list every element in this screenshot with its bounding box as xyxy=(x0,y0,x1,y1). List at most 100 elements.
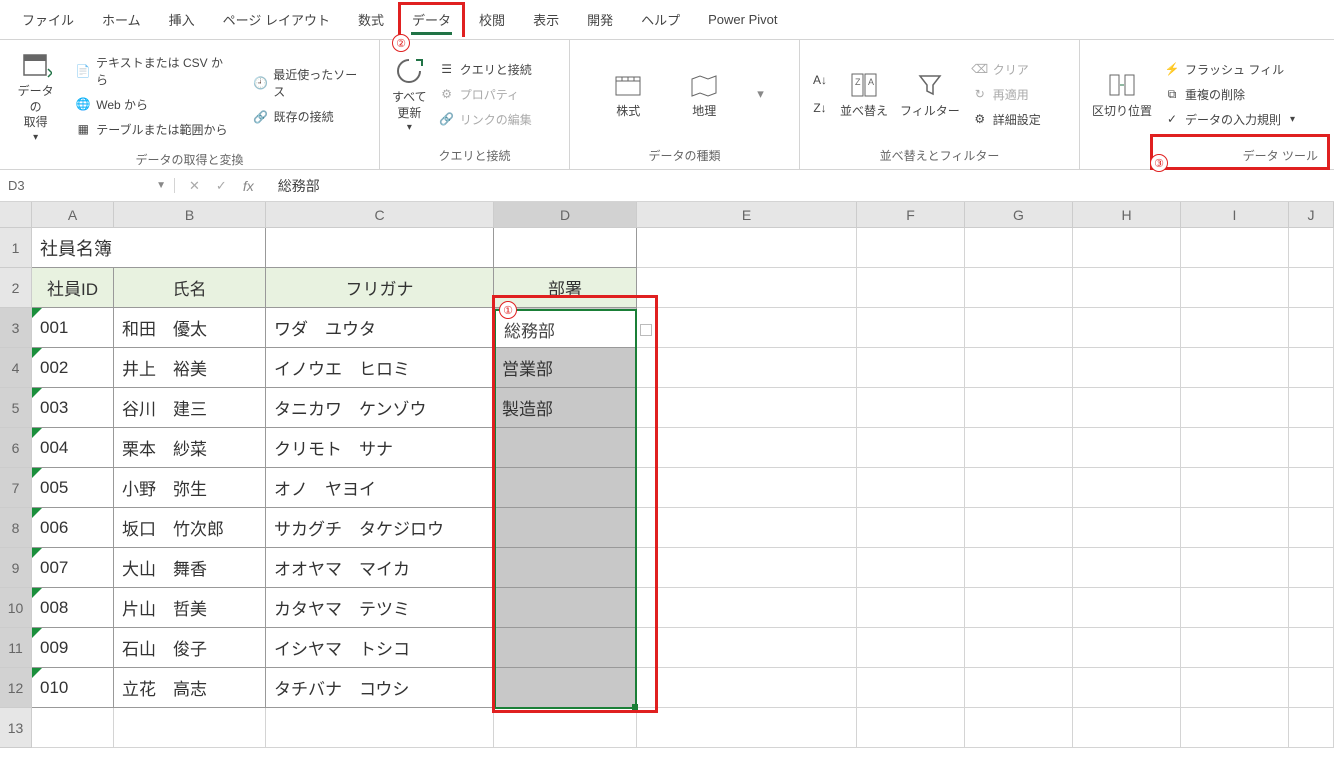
row-header-12[interactable]: 12 xyxy=(0,668,32,708)
cancel-icon[interactable]: ✕ xyxy=(189,178,200,194)
tab-help[interactable]: ヘルプ xyxy=(627,2,694,37)
cell-A6[interactable]: 004 xyxy=(32,428,114,468)
cell-I8[interactable] xyxy=(1181,508,1289,548)
col-header-I[interactable]: I xyxy=(1181,202,1289,228)
cell-B9[interactable]: 大山 舞香 xyxy=(114,548,266,588)
tab-review[interactable]: 校閲 xyxy=(465,2,519,37)
enter-icon[interactable]: ✓ xyxy=(216,178,227,194)
row-header-9[interactable]: 9 xyxy=(0,548,32,588)
cell-G10[interactable] xyxy=(965,588,1073,628)
cell-B8[interactable]: 坂口 竹次郎 xyxy=(114,508,266,548)
row-header-2[interactable]: 2 xyxy=(0,268,32,308)
col-header-B[interactable]: B xyxy=(114,202,266,228)
cell-A12[interactable]: 010 xyxy=(32,668,114,708)
cell-H6[interactable] xyxy=(1073,428,1181,468)
cell-B13[interactable] xyxy=(114,708,266,748)
cell-A1[interactable]: 社員名簿 xyxy=(32,228,114,268)
cell-J4[interactable] xyxy=(1289,348,1334,388)
tab-powerpivot[interactable]: Power Pivot xyxy=(694,4,791,35)
cell-J9[interactable] xyxy=(1289,548,1334,588)
cell-E2[interactable] xyxy=(637,268,857,308)
cell-F7[interactable] xyxy=(857,468,965,508)
row-header-13[interactable]: 13 xyxy=(0,708,32,748)
cell-J7[interactable] xyxy=(1289,468,1334,508)
cell-F10[interactable] xyxy=(857,588,965,628)
cell-D13[interactable] xyxy=(494,708,637,748)
cell-B7[interactable]: 小野 弥生 xyxy=(114,468,266,508)
active-cell-D3[interactable]: 総務部 xyxy=(496,311,635,347)
cell-G1[interactable] xyxy=(965,228,1073,268)
row-header-3[interactable]: 3 xyxy=(0,308,32,348)
cell-C8[interactable]: サカグチ タケジロウ xyxy=(266,508,494,548)
from-web-button[interactable]: 🌐Web から xyxy=(69,93,238,116)
cell-H9[interactable] xyxy=(1073,548,1181,588)
cell-H11[interactable] xyxy=(1073,628,1181,668)
existing-connections-button[interactable]: 🔗既存の接続 xyxy=(247,105,373,128)
cell-F13[interactable] xyxy=(857,708,965,748)
cell-B6[interactable]: 栗本 紗菜 xyxy=(114,428,266,468)
tab-developer[interactable]: 開発 xyxy=(573,2,627,37)
cell-D9[interactable] xyxy=(494,548,637,588)
cell-F8[interactable] xyxy=(857,508,965,548)
col-header-F[interactable]: F xyxy=(857,202,965,228)
data-validation-dropdown-icon[interactable] xyxy=(640,324,652,336)
cell-B5[interactable]: 谷川 建三 xyxy=(114,388,266,428)
cell-J3[interactable] xyxy=(1289,308,1334,348)
cell-D11[interactable] xyxy=(494,628,637,668)
cell-E5[interactable] xyxy=(637,388,857,428)
cell-A9[interactable]: 007 xyxy=(32,548,114,588)
cell-F11[interactable] xyxy=(857,628,965,668)
name-box[interactable]: D3 ▼ xyxy=(0,178,175,193)
row-header-5[interactable]: 5 xyxy=(0,388,32,428)
col-header-A[interactable]: A xyxy=(32,202,114,228)
sort-asc-button[interactable]: A↓ xyxy=(806,69,834,91)
cell-D4[interactable]: 営業部 xyxy=(494,348,637,388)
cell-I1[interactable] xyxy=(1181,228,1289,268)
row-header-6[interactable]: 6 xyxy=(0,428,32,468)
cell-I9[interactable] xyxy=(1181,548,1289,588)
cell-H10[interactable] xyxy=(1073,588,1181,628)
cell-G12[interactable] xyxy=(965,668,1073,708)
cell-J5[interactable] xyxy=(1289,388,1334,428)
cell-D6[interactable] xyxy=(494,428,637,468)
cell-G4[interactable] xyxy=(965,348,1073,388)
refresh-all-button[interactable]: すべて 更新 ▾ xyxy=(386,44,433,144)
geography-button[interactable]: 地理 xyxy=(681,64,727,124)
cell-F3[interactable] xyxy=(857,308,965,348)
advanced-filter-button[interactable]: ⚙詳細設定 xyxy=(966,108,1047,131)
cell-H12[interactable] xyxy=(1073,668,1181,708)
from-table-button[interactable]: ▦テーブルまたは範囲から xyxy=(69,118,238,141)
cell-G2[interactable] xyxy=(965,268,1073,308)
cell-C4[interactable]: イノウエ ヒロミ xyxy=(266,348,494,388)
row-header-4[interactable]: 4 xyxy=(0,348,32,388)
cell-G13[interactable] xyxy=(965,708,1073,748)
cell-E7[interactable] xyxy=(637,468,857,508)
stocks-button[interactable]: 株式 xyxy=(605,64,651,124)
cell-J13[interactable] xyxy=(1289,708,1334,748)
cell-C10[interactable]: カタヤマ テツミ xyxy=(266,588,494,628)
cell-C13[interactable] xyxy=(266,708,494,748)
cell-C3[interactable]: ワダ ユウタ xyxy=(266,308,494,348)
cell-I11[interactable] xyxy=(1181,628,1289,668)
cell-E13[interactable] xyxy=(637,708,857,748)
cell-I3[interactable] xyxy=(1181,308,1289,348)
cell-D2[interactable]: 部署 xyxy=(494,268,637,308)
col-header-H[interactable]: H xyxy=(1073,202,1181,228)
cell-J2[interactable] xyxy=(1289,268,1334,308)
cell-E11[interactable] xyxy=(637,628,857,668)
cell-H7[interactable] xyxy=(1073,468,1181,508)
cell-F5[interactable] xyxy=(857,388,965,428)
cell-F4[interactable] xyxy=(857,348,965,388)
cell-C9[interactable]: オオヤマ マイカ xyxy=(266,548,494,588)
reapply-button[interactable]: ↻再適用 xyxy=(966,83,1047,106)
cell-E8[interactable] xyxy=(637,508,857,548)
formula-input[interactable]: 総務部 xyxy=(268,176,1334,196)
col-header-E[interactable]: E xyxy=(637,202,857,228)
cell-A10[interactable]: 008 xyxy=(32,588,114,628)
cell-H5[interactable] xyxy=(1073,388,1181,428)
cell-E9[interactable] xyxy=(637,548,857,588)
text-to-columns-button[interactable]: 区切り位置 xyxy=(1086,44,1158,144)
cell-B2[interactable]: 氏名 xyxy=(114,268,266,308)
cell-E3[interactable] xyxy=(637,308,857,348)
row-header-1[interactable]: 1 xyxy=(0,228,32,268)
